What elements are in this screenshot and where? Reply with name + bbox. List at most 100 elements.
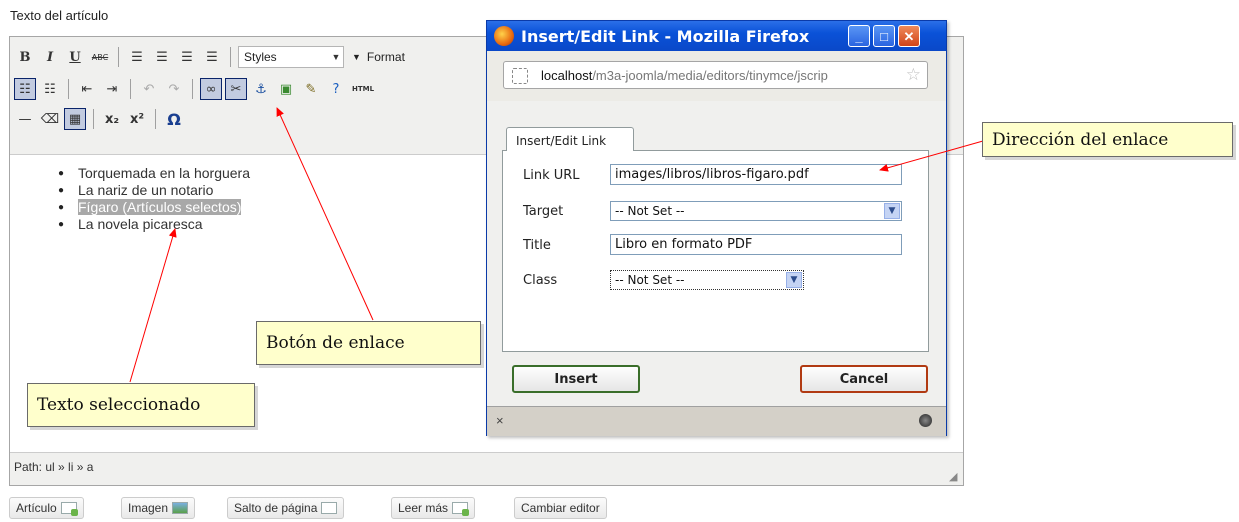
close-button[interactable]: ✕ [898, 25, 920, 47]
tab-insert-edit-link[interactable]: Insert/Edit Link [506, 127, 634, 151]
toggle-editor-button[interactable]: Cambiar editor [514, 497, 607, 519]
image-button[interactable]: ▣ [275, 78, 297, 100]
chevron-down-icon: ▼ [331, 52, 341, 62]
insert-button[interactable]: Insert [512, 365, 640, 393]
styles-select[interactable]: Styles ▼ [238, 46, 344, 68]
toolbar-separator [118, 47, 119, 67]
html-source-button[interactable]: HTML [350, 78, 376, 100]
address-field[interactable]: localhost/m3a-joomla/media/editors/tinym… [503, 61, 928, 89]
callout-boton: Botón de enlace [256, 321, 481, 365]
list-item-text: La nariz de un notario [78, 182, 214, 198]
align-left-button[interactable]: ☰ [126, 46, 148, 68]
callout-direccion: Dirección del enlace [982, 122, 1233, 157]
superscript-button[interactable]: x² [126, 108, 148, 130]
window-title: Insert/Edit Link - Mozilla Firefox [521, 27, 810, 46]
toolbar-separator [230, 47, 231, 67]
site-identity-icon[interactable] [512, 68, 528, 84]
maximize-button[interactable]: □ [873, 25, 895, 47]
toolbar-row-1: B I U ABC ☰ ☰ ☰ ☰ Styles ▼ ▼ Format [14, 43, 407, 71]
redo-button[interactable]: ↷ [163, 78, 185, 100]
bookmark-star-icon[interactable]: ☆ [906, 65, 921, 85]
align-right-button[interactable]: ☰ [176, 46, 198, 68]
outdent-button[interactable]: ⇤ [76, 78, 98, 100]
class-select-value: -- Not Set -- [615, 273, 685, 287]
article-icon [60, 502, 78, 516]
toggle-editor-button-label: Cambiar editor [521, 501, 600, 515]
status-bar: × [487, 406, 946, 436]
image-button-label: Imagen [128, 501, 169, 515]
cleanup-button[interactable]: ✎ [300, 78, 322, 100]
target-select-value: -- Not Set -- [615, 204, 685, 218]
link-button[interactable]: ∞ [200, 78, 222, 100]
align-justify-button[interactable]: ☰ [201, 46, 223, 68]
resize-handle-icon[interactable]: ◢ [949, 471, 961, 483]
url-host: localhost [541, 68, 593, 83]
subscript-button[interactable]: x₂ [101, 108, 123, 130]
firefox-logo-icon [494, 26, 514, 46]
minimize-button[interactable]: _ [848, 25, 870, 47]
underline-button[interactable]: U [64, 46, 86, 68]
indent-button[interactable]: ⇥ [101, 78, 123, 100]
toolbar-separator [93, 109, 94, 129]
toolbar-separator [68, 79, 69, 99]
special-char-button[interactable]: Ω [163, 108, 185, 130]
article-button[interactable]: Artículo [9, 497, 84, 519]
bold-button[interactable]: B [14, 46, 36, 68]
class-label: Class [523, 273, 558, 288]
read-more-button[interactable]: Leer más [391, 497, 476, 519]
styles-select-label: Styles [244, 50, 277, 64]
element-path: Path: ul » li » a [14, 460, 94, 474]
status-indicator-icon [919, 414, 932, 427]
list-item-text: La novela picaresca [78, 216, 203, 232]
help-button[interactable]: ? [325, 78, 347, 100]
url-text: localhost/m3a-joomla/media/editors/tinym… [541, 68, 897, 83]
title-input[interactable]: Libro en formato PDF [610, 234, 902, 255]
remove-format-button[interactable]: ⌫ [39, 108, 61, 130]
italic-button[interactable]: I [39, 46, 61, 68]
cancel-button[interactable]: Cancel [800, 365, 928, 393]
table-button[interactable]: ▦ [64, 108, 86, 130]
read-more-button-label: Leer más [398, 501, 449, 515]
toolbar-row-3: — ⌫ ▦ x₂ x² Ω [14, 105, 185, 133]
list-item-text: Torquemada en la horguera [78, 165, 251, 181]
toolbar-separator [130, 79, 131, 99]
undo-button[interactable]: ↶ [138, 78, 160, 100]
strikethrough-button[interactable]: ABC [89, 46, 111, 68]
toolbar-row-2: ☷ ☷ ⇤ ⇥ ↶ ↷ ∞ ✂ ⚓ ▣ ✎ ? HTML [14, 75, 376, 103]
chevron-down-icon: ▼ [884, 203, 900, 219]
format-select[interactable]: ▼ Format [347, 46, 407, 68]
url-bar: localhost/m3a-joomla/media/editors/tinym… [487, 51, 946, 102]
image-insert-button[interactable]: Imagen [121, 497, 196, 519]
chevron-down-icon: ▼ [352, 52, 361, 62]
title-label: Title [523, 238, 551, 253]
link-url-label: Link URL [523, 168, 580, 183]
window-titlebar[interactable]: Insert/Edit Link - Mozilla Firefox _ □ ✕ [487, 21, 946, 51]
field-label: Texto del artículo [10, 8, 109, 23]
anchor-button[interactable]: ⚓ [250, 78, 272, 100]
url-path: /m3a-joomla/media/editors/tinymce/jscrip [592, 68, 828, 83]
selected-text[interactable]: Fígaro (Artículos selectos) [78, 199, 242, 215]
tab-panel: Link URL images/libros/libros-figaro.pdf… [502, 150, 929, 352]
bullet-list-button[interactable]: ☷ [14, 78, 36, 100]
page-break-button[interactable]: Salto de página [227, 497, 345, 519]
link-url-input[interactable]: images/libros/libros-figaro.pdf [610, 164, 902, 185]
horizontal-rule-button[interactable]: — [14, 108, 36, 130]
numbered-list-button[interactable]: ☷ [39, 78, 61, 100]
page-break-button-label: Salto de página [234, 501, 318, 515]
status-close-icon[interactable]: × [496, 413, 504, 428]
class-select[interactable]: -- Not Set -- ▼ [610, 270, 804, 290]
target-select[interactable]: -- Not Set -- ▼ [610, 201, 902, 221]
unlink-button[interactable]: ✂ [225, 78, 247, 100]
insert-link-dialog: Insert/Edit Link - Mozilla Firefox _ □ ✕… [486, 20, 947, 436]
callout-texto: Texto seleccionado [27, 383, 255, 427]
chevron-down-icon: ▼ [786, 272, 802, 288]
toolbar-separator [192, 79, 193, 99]
format-select-label: Format [366, 50, 405, 64]
align-center-button[interactable]: ☰ [151, 46, 173, 68]
page-break-icon [321, 502, 338, 514]
target-label: Target [523, 204, 564, 219]
toolbar-separator [155, 109, 156, 129]
article-button-label: Artículo [16, 501, 57, 515]
read-more-icon [452, 502, 470, 516]
dialog-body: Insert/Edit Link Link URL images/libros/… [487, 101, 946, 436]
